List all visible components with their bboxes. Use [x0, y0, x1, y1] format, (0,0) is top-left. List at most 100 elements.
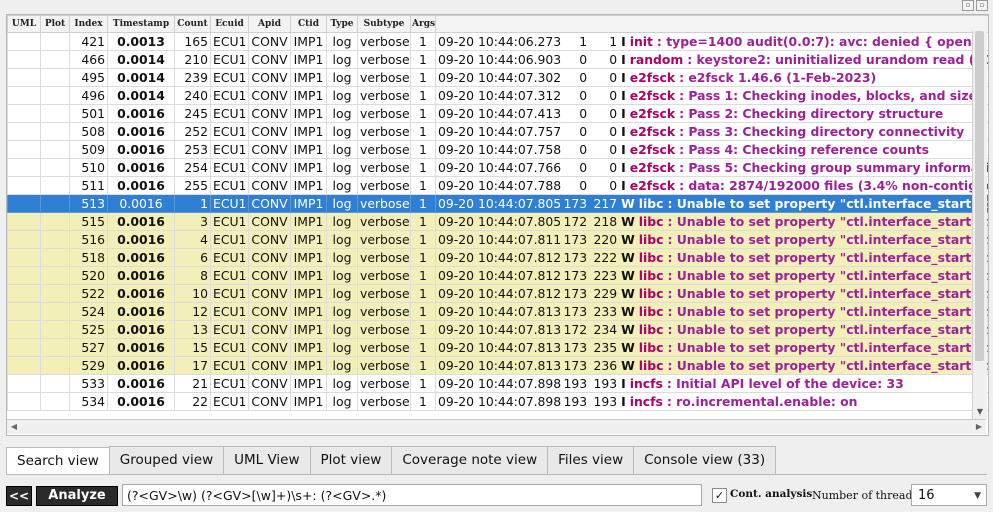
table-row[interactable]: 421 0.0013 165 ECU1 CONV IMP1 log verbose 1 09-20… — [7, 32, 988, 51]
vertical-scrollbar[interactable]: ▼ — [972, 31, 987, 419]
cell-payload: 09-20 10:44:07.898 193 193 I incfs : ro.in… — [435, 392, 988, 411]
table-row[interactable]: 516 0.0016 4 ECU1 CONV IMP1 log verbose 1 09-20 1… — [7, 230, 988, 249]
cell-uml[interactable] — [7, 302, 41, 321]
cell-uml[interactable] — [7, 356, 41, 375]
table-row[interactable]: 520 0.0016 8 ECU1 CONV IMP1 log verbose 1 09-20 1… — [7, 266, 988, 285]
cell-uml[interactable] — [7, 158, 41, 177]
cell-plot[interactable] — [40, 104, 70, 123]
column-header-subtype[interactable]: Subtype — [357, 15, 411, 33]
table-row[interactable]: 518 0.0016 6 ECU1 CONV IMP1 log verbose 1 09-20 1… — [7, 248, 988, 267]
vertical-scroll-thumb[interactable] — [975, 31, 984, 361]
tab-search-view[interactable]: Search view — [6, 447, 110, 477]
column-header-type[interactable]: Type — [326, 15, 358, 33]
table-row[interactable]: 527 0.0016 15 ECU1 CONV IMP1 log verbose 1 09-20 … — [7, 338, 988, 357]
table-row[interactable]: 511 0.0016 255 ECU1 CONV IMP1 log verbose 1 09-20… — [7, 176, 988, 195]
cell-plot[interactable] — [40, 284, 70, 303]
column-header-index[interactable]: Index — [69, 15, 108, 33]
cell-uml[interactable] — [7, 374, 41, 393]
scroll-left-icon[interactable]: ◀ — [7, 420, 21, 434]
cell-uml[interactable] — [7, 194, 41, 213]
cell-uml[interactable] — [7, 248, 41, 267]
cell-uml[interactable] — [7, 176, 41, 195]
table-row[interactable]: 510 0.0016 254 ECU1 CONV IMP1 log verbose 1 09-20… — [7, 158, 988, 177]
cell-plot[interactable] — [40, 140, 70, 159]
cell-plot[interactable] — [40, 356, 70, 375]
cell-plot[interactable] — [40, 266, 70, 285]
cell-uml[interactable] — [7, 122, 41, 141]
cell-uml[interactable] — [7, 68, 41, 87]
cell-uml[interactable] — [7, 230, 41, 249]
cell-uml[interactable] — [7, 212, 41, 231]
column-header-plot[interactable]: Plot — [40, 15, 70, 33]
cell-uml[interactable] — [7, 320, 41, 339]
cell-uml[interactable] — [7, 266, 41, 285]
table-row[interactable]: 508 0.0016 252 ECU1 CONV IMP1 log verbose 1 09-20… — [7, 122, 988, 141]
cell-uml[interactable] — [7, 86, 41, 105]
cell-uml[interactable] — [7, 104, 41, 123]
table-row[interactable]: 515 0.0016 3 ECU1 CONV IMP1 log verbose 1 09-20 1… — [7, 212, 988, 231]
cell-plot[interactable] — [40, 158, 70, 177]
table-row[interactable]: 466 0.0014 210 ECU1 CONV IMP1 log verbose 1 09-20… — [7, 50, 988, 69]
column-header-timestamp[interactable]: Timestamp — [107, 15, 175, 33]
column-header-args[interactable]: Args — [410, 15, 436, 33]
tab-files-view[interactable]: Files view — [547, 446, 635, 474]
tab-plot-view[interactable]: Plot view — [309, 446, 393, 474]
table-row[interactable]: 513 0.0016 1 ECU1 CONV IMP1 log verbose 1 09-20 1… — [7, 194, 988, 213]
cell-uml[interactable] — [7, 140, 41, 159]
tab-console-view-33[interactable]: Console view (33) — [633, 446, 777, 474]
table-row[interactable]: 522 0.0016 10 ECU1 CONV IMP1 log verbose 1 09-20 … — [7, 284, 988, 303]
table-row[interactable]: 496 0.0014 240 ECU1 CONV IMP1 log verbose 1 09-20… — [7, 86, 988, 105]
tab-grouped-view[interactable]: Grouped view — [108, 446, 225, 474]
cell-uml[interactable] — [7, 50, 41, 69]
table-row[interactable]: 524 0.0016 12 ECU1 CONV IMP1 log verbose 1 09-20 … — [7, 302, 988, 321]
back-button[interactable]: << — [6, 486, 32, 506]
cont-analysis-checkbox[interactable]: ✓ — [712, 488, 727, 503]
analyze-button[interactable]: Analyze — [36, 486, 118, 506]
scroll-down-icon[interactable]: ▼ — [973, 405, 987, 419]
cell-plot[interactable] — [40, 86, 70, 105]
payload-context: random — [629, 52, 684, 67]
table-row[interactable]: 533 0.0016 21 ECU1 CONV IMP1 log verbose 1 09-20 … — [7, 374, 988, 393]
cell-plot[interactable] — [40, 122, 70, 141]
cell-uml[interactable] — [7, 392, 41, 411]
cell-ecuid: ECU1 — [210, 392, 249, 411]
cell-plot[interactable] — [40, 212, 70, 231]
cell-plot[interactable] — [40, 392, 70, 411]
close-icon[interactable]: ▫ — [976, 0, 988, 11]
tab-coverage-note-view[interactable]: Coverage note view — [391, 446, 549, 474]
regex-input[interactable]: (?<GV>\w) (?<GV>[\w]+)\s+: (?<GV>.*) — [122, 484, 702, 506]
table-row[interactable]: 534 0.0016 22 ECU1 CONV IMP1 log verbose 1 09-20 … — [7, 392, 988, 411]
cell-plot[interactable] — [40, 50, 70, 69]
cell-plot[interactable] — [40, 302, 70, 321]
cell-uml[interactable] — [7, 284, 41, 303]
column-header-apid[interactable]: Apid — [248, 15, 291, 33]
chevron-down-icon[interactable]: ▼ — [974, 485, 981, 507]
cell-plot[interactable] — [40, 230, 70, 249]
cell-plot[interactable] — [40, 32, 70, 51]
table-row[interactable]: 495 0.0014 239 ECU1 CONV IMP1 log verbose 1 09-20… — [7, 68, 988, 87]
table-row[interactable]: 501 0.0016 245 ECU1 CONV IMP1 log verbose 1 09-20… — [7, 104, 988, 123]
cell-plot[interactable] — [40, 176, 70, 195]
column-header-uml[interactable]: UML — [7, 15, 41, 33]
cell-uml[interactable] — [7, 32, 41, 51]
cell-plot[interactable] — [40, 338, 70, 357]
cell-plot[interactable] — [40, 194, 70, 213]
cell-plot[interactable] — [40, 68, 70, 87]
cell-plot[interactable] — [40, 320, 70, 339]
payload-pid: 193 — [563, 394, 588, 409]
table-row[interactable]: 509 0.0016 253 ECU1 CONV IMP1 log verbose 1 09-20… — [7, 140, 988, 159]
threads-select[interactable]: 16 ▼ — [911, 484, 987, 506]
scroll-right-icon[interactable]: ▶ — [972, 420, 986, 434]
table-row[interactable]: 525 0.0016 13 ECU1 CONV IMP1 log verbose 1 09-20 … — [7, 320, 988, 339]
horizontal-scrollbar[interactable]: ◀ ▶ — [7, 419, 986, 434]
column-header-ecuid[interactable]: Ecuid — [210, 15, 249, 33]
table-row[interactable]: 529 0.0016 17 ECU1 CONV IMP1 log verbose 1 09-20 … — [7, 356, 988, 375]
column-header-count[interactable]: Count — [174, 15, 211, 33]
tab-uml-view[interactable]: UML View — [223, 446, 311, 474]
cell-plot[interactable] — [40, 248, 70, 267]
column-header-payload[interactable] — [435, 15, 988, 33]
restore-icon[interactable]: ▫ — [962, 0, 974, 11]
cell-uml[interactable] — [7, 338, 41, 357]
cell-plot[interactable] — [40, 374, 70, 393]
column-header-ctid[interactable]: Ctid — [290, 15, 327, 33]
